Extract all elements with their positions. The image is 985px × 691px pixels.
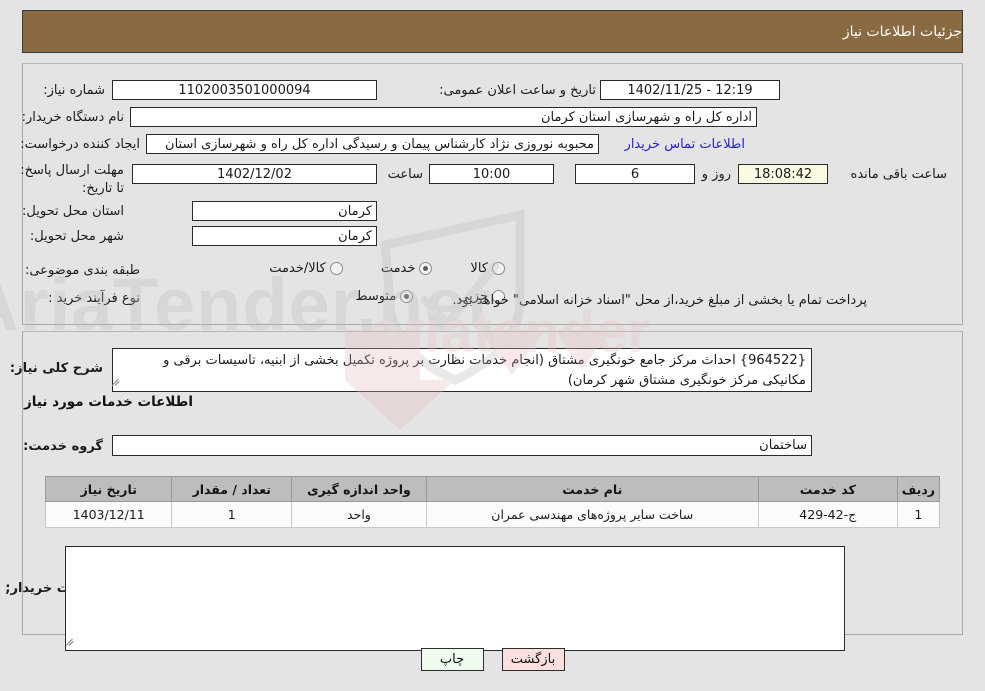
buyer-org-field[interactable]: اداره کل راه و شهرسازی استان کرمان [130,107,757,127]
remaining-days-field[interactable]: 6 [575,164,695,184]
cell-service-code: ج-42-429 [757,501,898,528]
column-header-service-code: کد خدمت [757,476,898,502]
radio-circle-icon[interactable] [329,262,343,275]
back-button[interactable]: بازگشت [501,648,565,671]
category-radio-kala-khedmat[interactable]: کالا/خدمت [269,261,343,276]
page-title: جزئیات اطلاعات نیاز [842,23,962,40]
column-header-unit: واحد اندازه گیری [291,476,427,502]
delivery-province-field[interactable]: کرمان [192,201,377,221]
services-section-title: اطلاعات خدمات مورد نیاز [23,394,193,410]
radio-circle-selected-icon[interactable] [400,290,414,303]
table-row: 1 ج-42-429 ساخت سایر پروژه‌های مهندسی عم… [44,501,941,528]
cell-unit: واحد [291,501,427,528]
announce-datetime-field[interactable]: 12:19 - 1402/11/25 [600,80,780,100]
column-header-need-date: تاریخ نیاز [44,476,173,502]
deadline-hour-field[interactable]: 10:00 [429,164,554,184]
remaining-time-field[interactable]: 18:08:42 [738,164,828,184]
need-number-field[interactable]: 1102003501000094 [112,80,377,100]
cell-need-date: 1403/12/11 [44,501,173,528]
services-table: ردیف کد خدمت نام خدمت واحد اندازه گیری ت… [44,476,941,528]
need-info-panel [22,63,963,325]
resize-grip-icon[interactable] [111,376,123,388]
page-root: AriaTender.net ariatender جزئیات اطلاعات… [0,0,985,691]
buyer-contact-link[interactable]: اطلاعات تماس خریدار [625,137,745,152]
service-group-label: گروه خدمت: [23,439,103,454]
cell-quantity: 1 [171,501,293,528]
need-description-label: شرح کلی نیاز: [9,361,103,376]
delivery-city-label: شهر محل تحویل: [29,229,124,244]
column-header-row: ردیف [896,476,941,502]
requester-label: ایجاد کننده درخواست: [20,137,140,152]
category-label: طبقه بندی موضوعی: [24,263,140,278]
table-header-row: ردیف کد خدمت نام خدمت واحد اندازه گیری ت… [44,476,941,502]
cell-service-name: ساخت سایر پروژه‌های مهندسی عمران [425,501,759,528]
deadline-hour-label: ساعت [387,167,423,182]
process-radio-motavaset[interactable]: متوسط [355,289,414,304]
requester-field[interactable]: محبوبه نوروزی نژاد کارشناس پیمان و رسیدگ… [146,134,599,154]
service-group-field[interactable]: ساختمان [112,435,812,456]
remaining-days-label: روز و [701,167,731,182]
column-header-service-name: نام خدمت [425,476,759,502]
need-description-textarea[interactable]: {964522} احداث مرکز جامع خونگیری مشتاق (… [112,348,812,392]
category-radio-group[interactable]: کالا خدمت کالا/خدمت [269,261,505,276]
buyer-notes-textarea[interactable] [65,546,845,651]
payment-note-text: پرداخت تمام یا بخشی از مبلغ خرید،از محل … [452,293,867,308]
deadline-date-field[interactable]: 1402/12/02 [132,164,377,184]
cell-row: 1 [896,501,941,528]
radio-circle-selected-icon[interactable] [419,262,433,275]
print-button[interactable]: چاپ [420,648,484,671]
need-number-label: شماره نیاز: [43,83,105,98]
category-radio-kala[interactable]: کالا [470,261,505,276]
resize-grip-icon[interactable] [65,636,77,648]
column-header-quantity: تعداد / مقدار [171,476,293,502]
delivery-city-field[interactable]: کرمان [192,226,377,246]
remaining-time-label: ساعت باقی مانده [850,167,947,182]
action-button-bar: بازگشت چاپ [0,648,985,671]
process-label: نوع فرآیند خرید : [48,291,140,306]
category-radio-khedmat[interactable]: خدمت [381,261,433,276]
delivery-province-label: استان محل تحویل: [22,204,124,219]
page-header: جزئیات اطلاعات نیاز [22,10,963,53]
radio-circle-icon[interactable] [492,262,505,275]
buyer-org-label: نام دستگاه خریدار: [21,110,124,125]
announce-datetime-label: تاریخ و ساعت اعلان عمومی: [439,83,596,98]
deadline-label: مهلت ارسال پاسخ: تا تاریخ: [20,163,124,197]
